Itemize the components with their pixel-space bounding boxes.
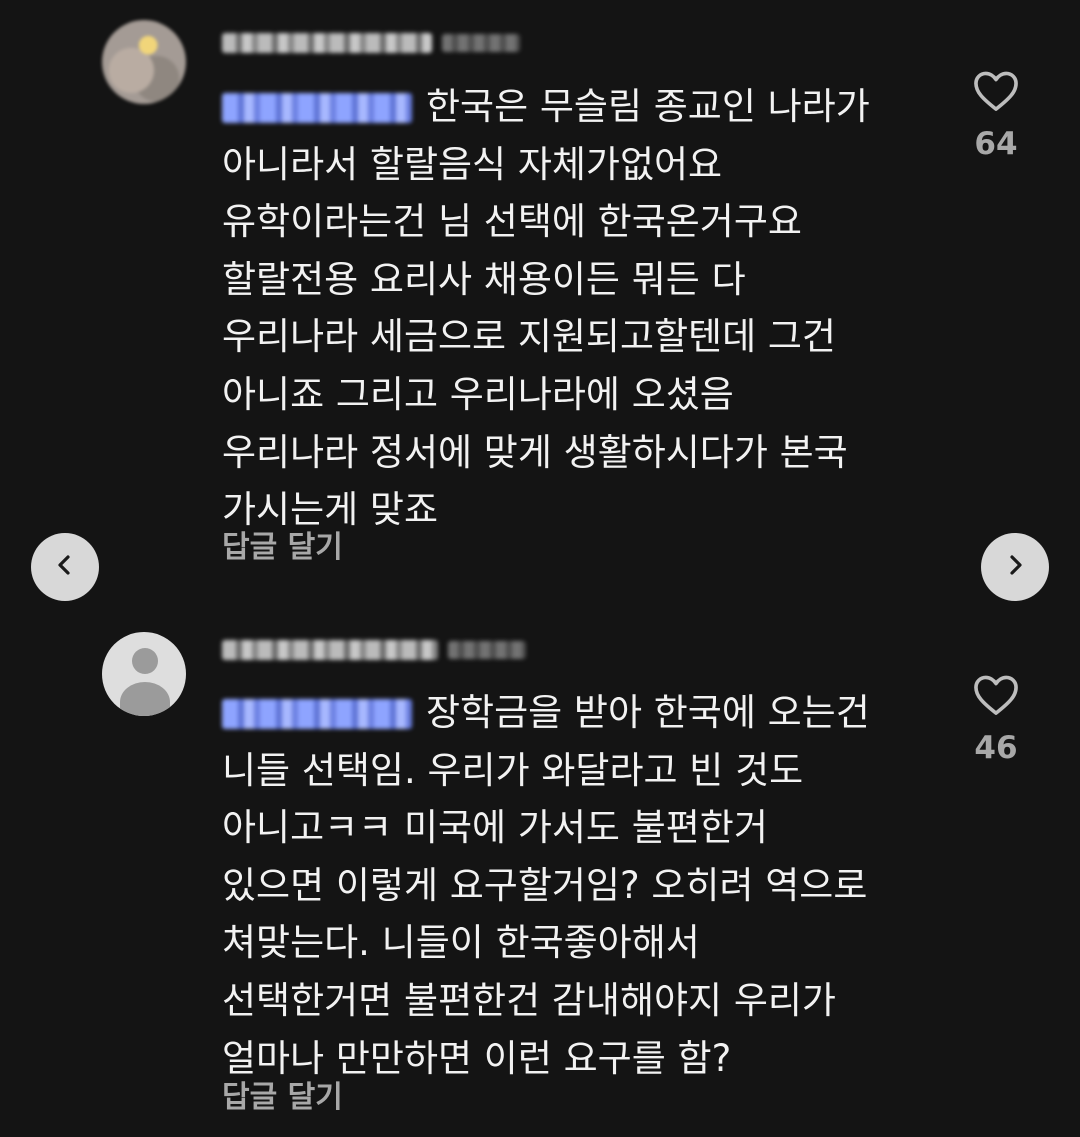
- heart-outline-icon[interactable]: [960, 674, 1032, 716]
- like-control: 64: [960, 70, 1032, 162]
- comment-item: 한국은 무슬림 종교인 나라가 아니라서 할랄음식 자체가없어요 유학이라는건 …: [0, 0, 1080, 600]
- blurred-timestamp: [442, 34, 520, 52]
- avatar-body-shape: [120, 682, 170, 716]
- blurred-username[interactable]: [222, 640, 438, 660]
- comment-line: 있으면 이렇게 요구할거임? 오히려 역으로: [222, 863, 868, 907]
- comment-item: 장학금을 받아 한국에 오는건 니들 선택임. 우리가 와달라고 빈 것도 아니…: [0, 600, 1080, 1137]
- chevron-left-icon: [53, 553, 77, 581]
- comment-line: 장학금을 받아 한국에 오는건: [222, 684, 942, 742]
- comment-line-text: 한국은 무슬림 종교인 나라가: [426, 85, 870, 128]
- avatar[interactable]: [102, 632, 186, 716]
- blurred-username[interactable]: [222, 33, 432, 53]
- reply-button[interactable]: 답글 달기: [222, 522, 343, 566]
- comment-meta: [222, 637, 526, 663]
- comment-line: 아니죠 그리고 우리나라에 오셨음: [222, 372, 734, 416]
- comment-line: 할랄전용 요리사 채용이든 뭐든 다: [222, 257, 746, 301]
- like-control: 46: [960, 674, 1032, 766]
- next-button[interactable]: [981, 533, 1049, 601]
- blurred-timestamp: [448, 641, 526, 659]
- comment-text: 한국은 무슬림 종교인 나라가 아니라서 할랄음식 자체가없어요 유학이라는건 …: [222, 78, 942, 539]
- heart-outline-icon[interactable]: [960, 70, 1032, 112]
- comment-line: 한국은 무슬림 종교인 나라가: [222, 78, 942, 136]
- comment-line: 아니고ㅋㅋ 미국에 가서도 불편한거: [222, 806, 768, 850]
- comment-meta: [222, 30, 520, 56]
- reply-button[interactable]: 답글 달기: [222, 1072, 343, 1116]
- comment-line: 아니라서 할랄음식 자체가없어요: [222, 142, 723, 186]
- avatar[interactable]: [102, 20, 186, 104]
- like-count: 46: [974, 730, 1018, 766]
- comment-text: 장학금을 받아 한국에 오는건 니들 선택임. 우리가 와달라고 빈 것도 아니…: [222, 684, 942, 1087]
- blurred-mention[interactable]: [222, 699, 412, 729]
- comment-line: 우리나라 정서에 맞게 생활하시다가 본국: [222, 430, 848, 474]
- comment-line: 쳐맞는다. 니들이 한국좋아해서: [222, 921, 700, 965]
- chevron-right-icon: [1003, 553, 1027, 581]
- avatar-head-shape: [132, 648, 158, 674]
- comment-line: 선택한거면 불편한건 감내해야지 우리가: [222, 978, 836, 1022]
- comment-line: 니들 선택임. 우리가 와달라고 빈 것도: [222, 748, 804, 792]
- comment-line: 우리나라 세금으로 지원되고할텐데 그건: [222, 315, 836, 359]
- comment-line: 유학이라는건 님 선택에 한국온거구요: [222, 200, 802, 244]
- like-count: 64: [974, 126, 1018, 162]
- comment-line-text: 장학금을 받아 한국에 오는건: [426, 691, 870, 734]
- prev-button[interactable]: [31, 533, 99, 601]
- blurred-mention[interactable]: [222, 93, 412, 123]
